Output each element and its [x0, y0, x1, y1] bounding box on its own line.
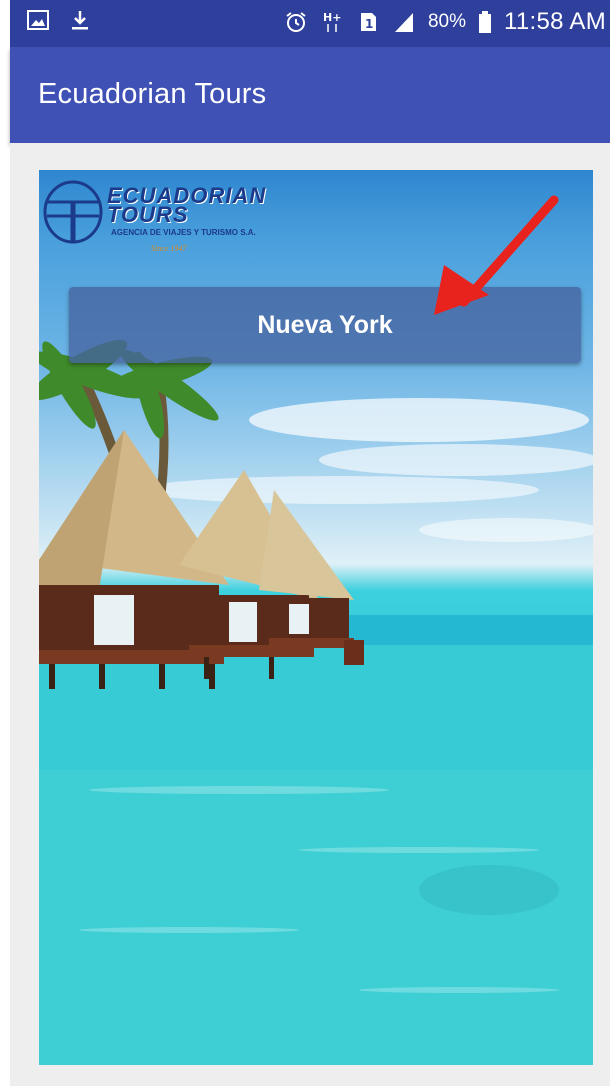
hplus-network-icon: H+ [320, 10, 344, 34]
destination-button-nueva-york[interactable]: Nueva York [69, 287, 581, 363]
ecuadorian-tours-logo: ECUADORIAN TOURS AGENCIA DE VIAJES Y TUR… [43, 176, 298, 256]
logo-tagline: AGENCIA DE VIAJES Y TURISMO S.A. [111, 228, 256, 237]
image-icon [26, 8, 50, 32]
clock: 11:58 AM [503, 8, 606, 35]
svg-text:1: 1 [365, 17, 373, 31]
globe-icon [43, 180, 103, 244]
status-bar: H+ 1 80% 11:58 AM [10, 0, 610, 47]
logo-wordmark: ECUADORIAN TOURS [107, 185, 266, 226]
destination-banner-image: ECUADORIAN TOURS AGENCIA DE VIAJES Y TUR… [39, 170, 593, 1065]
signal-icon [392, 10, 416, 34]
sim-icon: 1 [356, 10, 380, 34]
svg-text:H+: H+ [323, 11, 341, 24]
app-bar: Ecuadorian Tours [10, 47, 610, 143]
battery-percent: 80% [427, 11, 466, 32]
download-icon [68, 8, 92, 32]
alarm-icon [284, 10, 308, 34]
battery-icon [478, 10, 492, 34]
page-title: Ecuadorian Tours [38, 78, 267, 110]
logo-since: Since 1947 [151, 244, 187, 253]
content-area: ECUADORIAN TOURS AGENCIA DE VIAJES Y TUR… [10, 143, 610, 1086]
